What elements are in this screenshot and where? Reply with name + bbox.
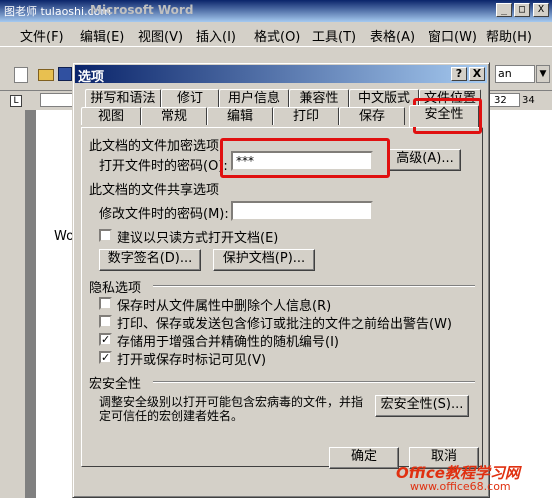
privacy-option-label: 打印、保存或发送包含修订或批注的文件之前给出警告(W): [117, 317, 452, 332]
word-titlebar: 图老师 tulaoshi.com Microsoft Word _ □ X: [0, 0, 552, 22]
brand-url: www.office68.com: [410, 480, 511, 493]
open-password-label: 打开文件时的密码(O):: [99, 159, 228, 174]
dialog-titlebar: 选项 ? X: [75, 65, 487, 85]
tab-compatibility[interactable]: 兼容性: [289, 89, 349, 107]
dialog-title: 选项: [78, 70, 105, 85]
ruler-num: 34: [522, 95, 535, 106]
modify-password-label: 修改文件时的密码(M):: [99, 207, 229, 222]
menu-insert[interactable]: 插入(I): [196, 26, 236, 45]
word-title: Microsoft Word: [90, 3, 194, 17]
menu-tools[interactable]: 工具(T): [312, 26, 356, 45]
menu-table[interactable]: 表格(A): [370, 26, 415, 45]
macro-security-button[interactable]: 宏安全性(S)...: [375, 395, 469, 417]
advanced-button[interactable]: 高级(A)...: [389, 149, 461, 171]
privacy-separator: [153, 285, 475, 287]
menu-edit[interactable]: 编辑(E): [80, 26, 124, 45]
encrypt-group-label: 此文档的文件加密选项: [89, 139, 220, 154]
digital-signature-button[interactable]: 数字签名(D)...: [99, 249, 201, 271]
menu-format[interactable]: 格式(O): [254, 26, 300, 45]
tab-save[interactable]: 保存: [339, 107, 405, 125]
privacy-option-label: 存储用于增强合并精确性的随机编号(I): [117, 335, 339, 350]
privacy-option-label: 保存时从文件属性中删除个人信息(R): [117, 299, 332, 314]
dialog-close-button[interactable]: X: [469, 67, 485, 81]
help-button[interactable]: ?: [451, 67, 467, 81]
privacy-checkbox[interactable]: [99, 297, 112, 310]
ruler-num: 32: [494, 95, 507, 106]
protect-document-button[interactable]: 保护文档(P)...: [213, 249, 315, 271]
privacy-group-label: 隐私选项: [89, 281, 142, 296]
privacy-checkbox[interactable]: [99, 315, 112, 328]
tab-edit[interactable]: 编辑: [207, 107, 273, 125]
menu-view[interactable]: 视图(V): [138, 26, 183, 45]
tab-stop-icon[interactable]: L: [10, 95, 22, 107]
menu-window[interactable]: 窗口(W): [428, 26, 477, 45]
readonly-label: 建议以只读方式打开文档(E): [117, 231, 279, 246]
macro-separator: [153, 381, 475, 383]
close-button[interactable]: X: [533, 3, 549, 17]
open-folder-icon[interactable]: [38, 69, 54, 81]
font-combo[interactable]: an: [495, 65, 535, 83]
privacy-option-label: 打开或保存时标记可见(V): [117, 353, 267, 368]
modify-password-input[interactable]: [231, 201, 373, 221]
menubar: 文件(F) 编辑(E) 视图(V) 插入(I) 格式(O) 工具(T) 表格(A…: [0, 22, 552, 46]
minimize-button[interactable]: _: [496, 3, 512, 17]
privacy-checkbox[interactable]: ✓: [99, 351, 112, 364]
share-group-label: 此文档的文件共享选项: [89, 183, 220, 198]
tab-general[interactable]: 常规: [141, 107, 207, 125]
macro-group-label: 宏安全性: [89, 377, 142, 392]
tab-view[interactable]: 视图: [81, 107, 141, 125]
tab-print[interactable]: 打印: [273, 107, 339, 125]
privacy-checkbox[interactable]: ✓: [99, 333, 112, 346]
vertical-ruler: [8, 110, 26, 498]
readonly-checkbox[interactable]: [99, 229, 112, 242]
menu-help[interactable]: 帮助(H): [486, 26, 532, 45]
new-doc-icon[interactable]: [14, 67, 28, 83]
tab-security[interactable]: 安全性: [409, 105, 479, 127]
password-highlight: [220, 138, 390, 178]
tab-spelling[interactable]: 拼写和语法: [85, 89, 161, 107]
tab-chinese-layout[interactable]: 中文版式: [349, 89, 419, 107]
font-dropdown-icon[interactable]: ▼: [536, 65, 550, 83]
tab-user-info[interactable]: 用户信息: [219, 89, 289, 107]
maximize-button[interactable]: □: [514, 3, 530, 17]
menu-file[interactable]: 文件(F): [20, 26, 64, 45]
save-icon[interactable]: [58, 67, 72, 81]
tab-revisions[interactable]: 修订: [161, 89, 219, 107]
macro-description: 定可信任的宏创建者姓名。: [99, 409, 244, 423]
ok-button[interactable]: 确定: [329, 447, 399, 469]
